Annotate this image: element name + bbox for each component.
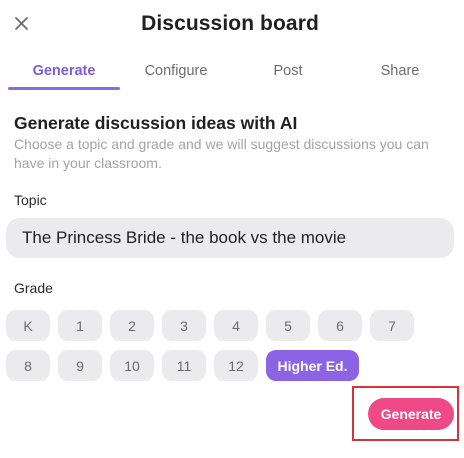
grade-option-10[interactable]: 10 xyxy=(110,350,154,381)
tab-bar: Generate Configure Post Share xyxy=(8,56,456,90)
grade-row: 8 9 10 11 12 Higher Ed. xyxy=(6,350,416,381)
grade-option-higher-ed[interactable]: Higher Ed. xyxy=(266,350,359,381)
page-title: Discussion board xyxy=(141,12,319,35)
grade-row: K 1 2 3 4 5 6 7 xyxy=(6,310,416,341)
grade-option-12[interactable]: 12 xyxy=(214,350,258,381)
section-heading: Generate discussion ideas with AI xyxy=(14,113,298,133)
grade-option-4[interactable]: 4 xyxy=(214,310,258,341)
grade-option-9[interactable]: 9 xyxy=(58,350,102,381)
grade-option-6[interactable]: 6 xyxy=(318,310,362,341)
grade-option-11[interactable]: 11 xyxy=(162,350,206,381)
header: Discussion board xyxy=(0,0,464,52)
grade-option-7[interactable]: 7 xyxy=(370,310,414,341)
grade-option-1[interactable]: 1 xyxy=(58,310,102,341)
tab-share[interactable]: Share xyxy=(344,56,456,90)
grade-option-2[interactable]: 2 xyxy=(110,310,154,341)
grade-option-5[interactable]: 5 xyxy=(266,310,310,341)
grade-label: Grade xyxy=(14,280,53,296)
generate-button[interactable]: Generate xyxy=(368,398,454,430)
grade-option-8[interactable]: 8 xyxy=(6,350,50,381)
grade-selector: K 1 2 3 4 5 6 7 8 9 10 11 12 Higher Ed. xyxy=(6,310,416,390)
tab-generate[interactable]: Generate xyxy=(8,56,120,90)
grade-option-k[interactable]: K xyxy=(6,310,50,341)
topic-input[interactable] xyxy=(6,218,454,258)
section-description: Choose a topic and grade and we will sug… xyxy=(14,136,429,171)
tab-post[interactable]: Post xyxy=(232,56,344,90)
grade-option-3[interactable]: 3 xyxy=(162,310,206,341)
tab-configure[interactable]: Configure xyxy=(120,56,232,90)
topic-label: Topic xyxy=(14,192,47,208)
